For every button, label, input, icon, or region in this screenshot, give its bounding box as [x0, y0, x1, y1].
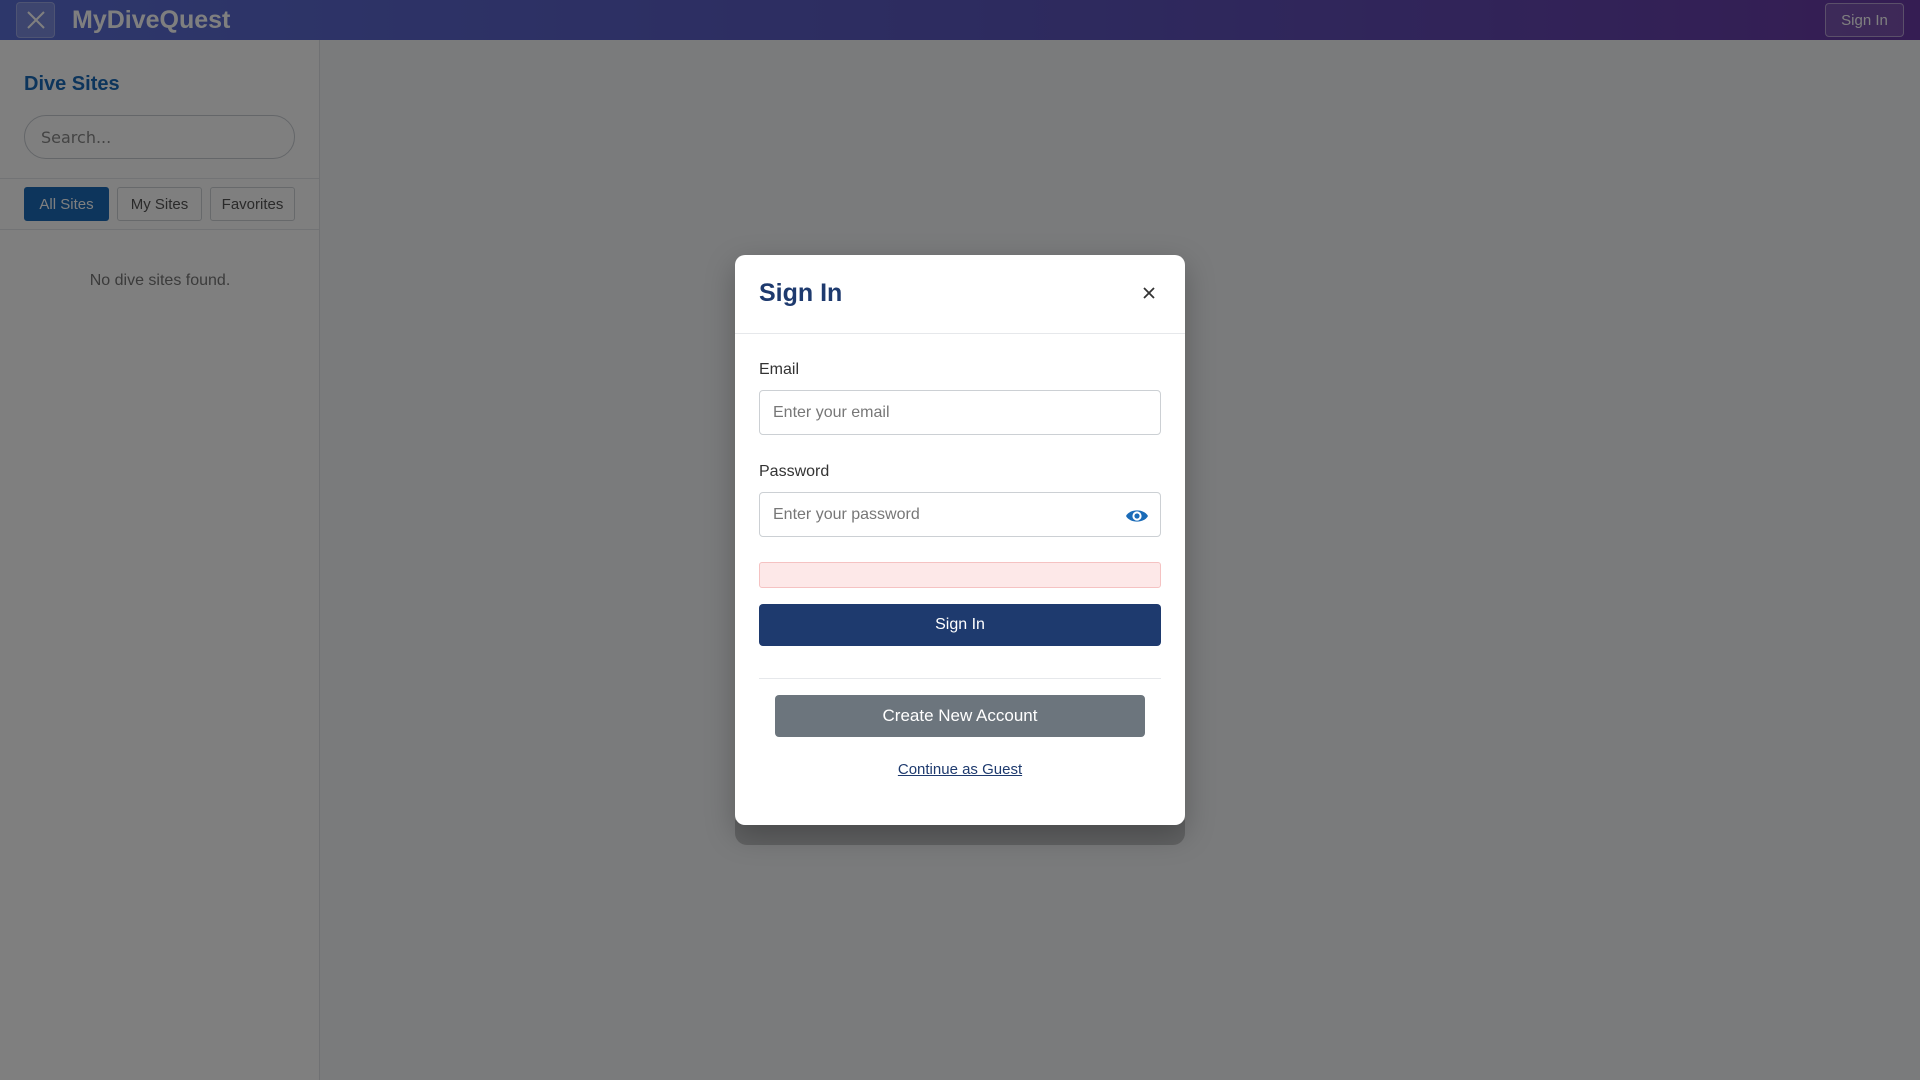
email-field[interactable]	[759, 390, 1161, 435]
sign-in-submit-button[interactable]: Sign In	[759, 604, 1161, 646]
sign-in-modal: Sign In Email Password Sign In Create Ne…	[735, 255, 1185, 825]
modal-close-button[interactable]	[1134, 278, 1164, 308]
continue-as-guest-link[interactable]: Continue as Guest	[735, 761, 1185, 778]
password-field[interactable]	[759, 492, 1161, 537]
error-message	[759, 562, 1161, 588]
password-label: Password	[759, 463, 830, 480]
modal-title: Sign In	[759, 279, 843, 307]
create-account-button[interactable]: Create New Account	[775, 695, 1145, 737]
eye-icon	[1126, 510, 1148, 522]
close-icon	[1143, 287, 1155, 299]
email-label: Email	[759, 361, 800, 378]
modal-header: Sign In	[735, 255, 1185, 334]
divider	[759, 678, 1161, 679]
toggle-password-visibility-button[interactable]	[1122, 503, 1152, 529]
